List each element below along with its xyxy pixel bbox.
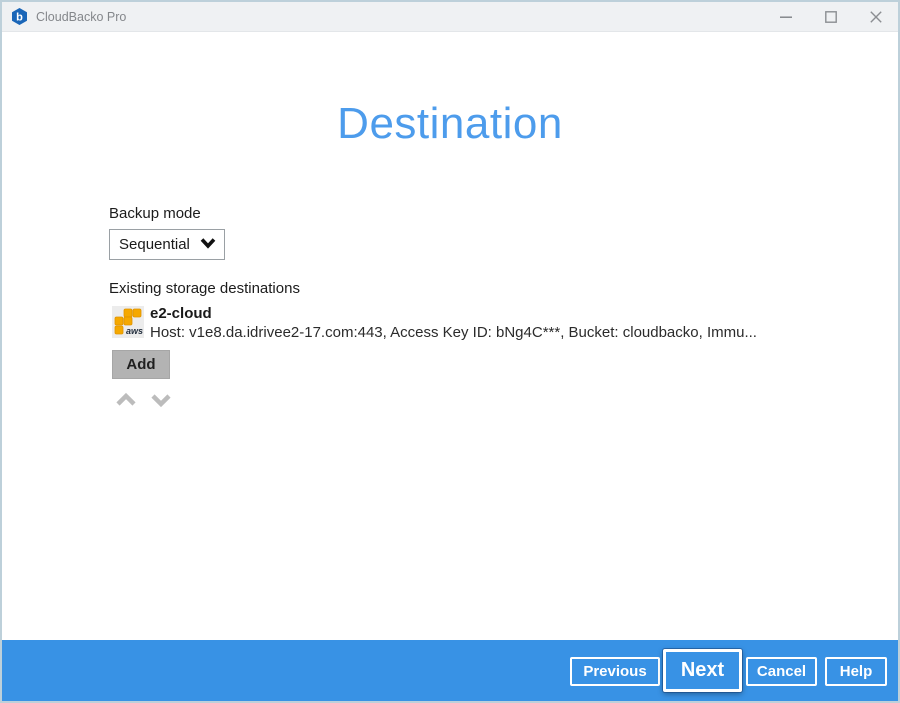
existing-destinations-label: Existing storage destinations: [109, 280, 300, 297]
chevron-down-icon: [200, 236, 216, 254]
destination-name: e2-cloud: [150, 305, 212, 322]
cloudbacko-logo-icon: b: [11, 8, 28, 25]
move-up-icon[interactable]: [115, 391, 137, 409]
page-title: Destination: [2, 99, 898, 149]
titlebar: b CloudBacko Pro: [2, 2, 898, 32]
previous-button[interactable]: Previous: [570, 657, 660, 686]
svg-text:b: b: [16, 12, 23, 24]
app-window: b CloudBacko Pro Destination Backup mode…: [0, 0, 900, 703]
footer-bar: Previous Next Cancel Help: [2, 640, 898, 701]
next-button[interactable]: Next: [663, 649, 742, 692]
destination-list-item[interactable]: aws e2-cloud Host: v1e8.da.idrivee2-17.c…: [112, 305, 832, 341]
close-button[interactable]: [853, 2, 898, 32]
window-controls: [763, 2, 898, 32]
cancel-button[interactable]: Cancel: [746, 657, 817, 686]
backup-mode-selected-value: Sequential: [119, 236, 196, 253]
backup-mode-label: Backup mode: [109, 205, 201, 222]
app-title: CloudBacko Pro: [36, 10, 126, 24]
add-button[interactable]: Add: [112, 350, 170, 379]
minimize-button[interactable]: [763, 2, 808, 32]
maximize-button[interactable]: [808, 2, 853, 32]
aws-icon: aws: [112, 306, 144, 338]
main-content: Destination Backup mode Sequential Exist…: [2, 33, 898, 639]
svg-text:aws: aws: [126, 326, 143, 336]
backup-mode-dropdown[interactable]: Sequential: [109, 229, 225, 260]
move-down-icon[interactable]: [150, 391, 172, 409]
help-button[interactable]: Help: [825, 657, 887, 686]
reorder-controls: [115, 391, 172, 409]
destination-details: Host: v1e8.da.idrivee2-17.com:443, Acces…: [150, 324, 830, 341]
